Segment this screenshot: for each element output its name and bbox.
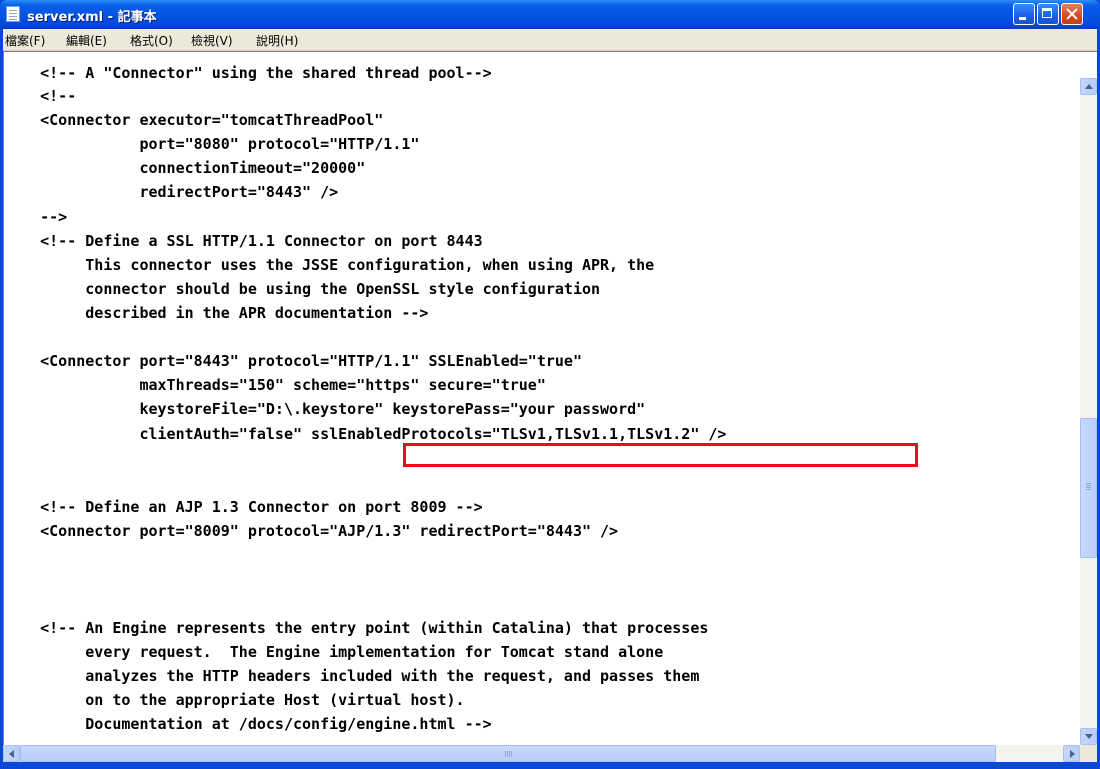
code-line: connectionTimeout="20000" [4,159,366,177]
code-line: <!-- Define an AJP 1.3 Connector on port… [4,498,483,516]
horizontal-scroll-thumb[interactable] [20,745,996,762]
code-line: keystoreFile="D:\.keystore" keystorePass… [4,400,646,418]
window-bottom-border [0,762,1100,769]
scroll-down-button[interactable] [1080,728,1097,745]
vertical-scroll-thumb[interactable] [1080,418,1097,558]
resize-grip[interactable] [1080,745,1097,762]
code-line: maxThreads="150" scheme="https" secure="… [4,376,546,394]
code-line: <!-- An Engine represents the entry poin… [4,619,709,637]
code-line: <!-- A "Connector" using the shared thre… [4,64,492,82]
minimize-button[interactable] [1013,3,1035,25]
arrow-left-icon [9,750,14,758]
highlight-box [403,443,918,467]
maximize-button[interactable] [1037,3,1059,25]
arrow-right-icon [1070,750,1075,758]
code-line: clientAuth="false" sslEnabledProtocols="… [4,425,727,443]
window-title: server.xml - 記事本 [27,10,157,25]
code-line: described in the APR documentation --> [4,304,429,322]
vertical-scrollbar[interactable] [1080,78,1097,745]
code-line: <!-- Define a SSL HTTP/1.1 Connector on … [4,232,483,250]
code-line: <!-- [4,87,77,105]
arrow-up-icon [1085,84,1093,89]
menu-view[interactable]: 檢視(V) [191,32,233,49]
code-line: connector should be using the OpenSSL st… [4,280,601,298]
code-line: analyzes the HTTP headers included with … [4,667,700,685]
scroll-up-button[interactable] [1080,78,1097,95]
code-line: <Connector executor="tomcatThreadPool" [4,111,384,129]
code-line: redirectPort="8443" /> [4,183,339,201]
menu-edit[interactable]: 編輯(E) [66,32,107,49]
horizontal-scrollbar[interactable] [3,745,1080,762]
menu-file[interactable]: 檔案(F) [5,32,45,49]
menu-help[interactable]: 說明(H) [256,32,298,49]
code-line: <Connector port="8009" protocol="AJP/1.3… [4,522,619,540]
arrow-down-icon [1085,734,1093,739]
code-line: <Connector port="8443" protocol="HTTP/1.… [4,352,582,370]
scroll-right-button[interactable] [1063,745,1080,762]
notepad-window: server.xml - 記事本 檔案(F) 編輯(E) 格式(O) 檢視(V)… [0,0,1100,769]
text-editor-area[interactable]: <!-- A "Connector" using the shared thre… [3,51,1097,745]
title-bar[interactable]: server.xml - 記事本 [0,0,1100,29]
code-content[interactable]: <!-- A "Connector" using the shared thre… [4,52,1077,745]
code-line: on to the appropriate Host (virtual host… [4,691,465,709]
scroll-left-button[interactable] [3,745,20,762]
code-line: This connector uses the JSSE configurati… [4,256,655,274]
code-line: --> [4,208,68,226]
notepad-icon[interactable] [6,6,20,22]
code-line: every request. The Engine implementation… [4,643,664,661]
close-button[interactable] [1061,3,1083,25]
code-line: port="8080" protocol="HTTP/1.1" [4,135,420,153]
menu-format[interactable]: 格式(O) [130,32,173,49]
menu-bar: 檔案(F) 編輯(E) 格式(O) 檢視(V) 說明(H) [3,29,1097,51]
code-line: Documentation at /docs/config/engine.htm… [4,715,492,733]
